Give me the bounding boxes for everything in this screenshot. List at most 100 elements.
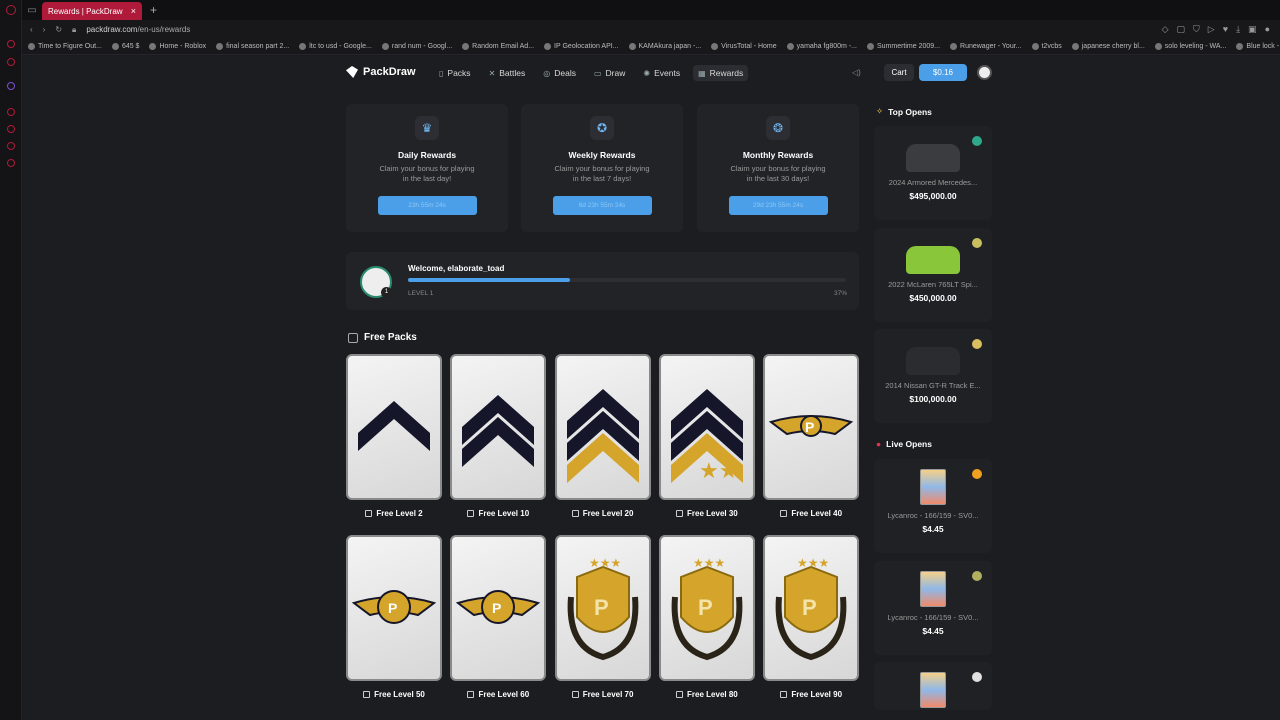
bookmark-item[interactable]: solo leveling - WA... [1154,43,1226,50]
back-icon[interactable]: ‹ [30,25,33,34]
pack-image[interactable]: P [346,535,442,681]
user-avatar[interactable] [977,65,992,80]
bookmark-item[interactable]: Summertime 2009... [866,43,940,50]
free-pack-card[interactable]: Free Level 10 [450,354,547,518]
profile-avatar[interactable]: 1 [360,266,392,298]
pack-image[interactable] [450,354,547,500]
sidebar-app-icon[interactable] [7,125,15,133]
nav-deals[interactable]: ◎ Deals [538,65,581,81]
pack-label: Free Level 60 [450,690,546,699]
bookmark-item[interactable]: 645 $ [111,43,139,50]
monthly-claim-button[interactable]: 29d 23h 55m 24s [728,196,828,215]
pack-name: Free Level 30 [687,509,738,518]
forward-icon[interactable]: › [43,25,46,34]
sidebar-app-icon[interactable] [7,142,15,150]
pin-icon[interactable]: ◇ [1162,24,1169,35]
sidebar-app-icon[interactable] [7,159,15,167]
pack-name: Free Level 20 [582,509,634,518]
balance-button[interactable]: $0.16 [919,64,967,81]
play-icon[interactable]: ▷ [1208,24,1215,35]
twitch-icon[interactable] [7,82,15,90]
daily-claim-button[interactable]: 23h 55m 24s [377,196,477,215]
site-logo[interactable]: PackDraw [346,66,416,78]
sound-icon[interactable]: ◁) [852,68,861,77]
top-open-card[interactable]: 2014 Nissan GT-R Track E... $100,000.00 [874,329,992,423]
close-icon[interactable]: × [131,6,136,16]
bookmark-favicon-icon [216,43,224,50]
extensions-icon[interactable]: ▣ [1248,24,1257,35]
bookmark-item[interactable]: Home - Roblox [149,43,206,50]
bookmark-item[interactable]: rand num - Googl... [381,43,452,50]
pack-image[interactable]: P ★★★ [554,535,651,681]
bookmark-item[interactable]: ltc to usd - Google... [299,43,372,50]
nav-draw[interactable]: ▭ Draw [589,65,630,81]
bookmark-item[interactable]: Random Email Ad... [462,43,534,50]
sidebar-app-icon[interactable] [7,58,15,66]
snapshot-icon[interactable]: ▢ [1177,24,1186,35]
live-open-card[interactable]: Lycanroc - 166/159 - SV0... $4.45 [874,459,992,553]
pack-image[interactable]: P ★★★ [658,535,755,681]
free-pack-card[interactable]: P ★★★ Free Level 90 [763,535,860,699]
pack-image[interactable]: ★★ [658,354,755,500]
opera-icon[interactable] [6,5,16,15]
free-pack-card[interactable]: P ★★★ Free Level 70 [554,535,651,699]
reload-icon[interactable]: ↻ [55,25,62,34]
new-tab-icon[interactable]: + [150,3,157,17]
rarity-badge-icon [972,570,982,581]
lock-icon [676,691,684,698]
weekly-claim-button[interactable]: 6d 23h 55m 24s [552,196,652,215]
pack-label: Free Level 50 [346,690,442,699]
pack-image[interactable] [554,354,651,500]
bookmark-item[interactable]: Runewager - Your... [950,43,1022,50]
shield-icon[interactable]: ⛉ [1193,24,1200,35]
pack-image[interactable] [346,354,442,500]
nav-events[interactable]: ✺ Events [638,65,685,81]
sidebar-app-icon[interactable] [7,108,15,116]
bookmark-item[interactable]: Blue lock - WATC... [1236,43,1280,50]
top-open-card[interactable]: 2024 Armored Mercedes... $495,000.00 [874,126,992,220]
free-pack-card[interactable]: ★★ Free Level 30 [658,354,755,518]
pack-image[interactable]: P [450,535,547,681]
nav-packs[interactable]: ▯ Packs [434,65,476,81]
tab-menu-icon[interactable]: ▭ [22,5,42,16]
pack-image[interactable]: P ★★★ [763,535,860,681]
nav-battles[interactable]: ✕ Battles [484,65,531,81]
nav-rewards[interactable]: ▦ Rewards [693,65,749,81]
lock-icon [571,691,579,698]
profile-icon[interactable]: ● [1265,24,1270,35]
download-icon[interactable]: ⤓ [1236,24,1240,35]
pack-image[interactable]: P [763,354,860,500]
toolbar-icons: ◇ ▢ ⛉ ▷ ♥ ⤓ ▣ ● [1162,24,1280,35]
bookmark-item[interactable]: KAMAkura japan -... [628,43,701,50]
top-open-card[interactable]: 2022 McLaren 765LT Spi... $450,000.00 [874,227,992,322]
free-pack-card[interactable]: Free Level 20 [554,354,651,518]
bookmark-item[interactable]: japanese cherry bl... [1071,43,1145,50]
page-content: PackDraw ▯ Packs ✕ Battles ◎ Deals ▭ Draw ✺ E… [22,56,1280,720]
pack-name: Free Level 60 [478,690,530,699]
bookmark-item[interactable]: Time to Figure Out... [28,43,102,50]
free-pack-card[interactable]: P ★★★ Free Level 80 [658,535,755,699]
live-open-card[interactable] [874,662,992,710]
bookmark-item[interactable]: final season part 2... [216,43,289,50]
bookmark-favicon-icon [544,43,552,50]
url-field[interactable]: packdraw.com/en-us/rewards [86,25,190,34]
bookmark-favicon-icon [950,43,958,50]
bookmark-item[interactable]: VirusTotal - Home [711,43,777,50]
svg-text:P: P [698,595,713,620]
heart-icon[interactable]: ♥ [1223,24,1228,35]
tab-rewards[interactable]: Rewards | PackDraw × [42,2,142,20]
free-pack-card[interactable]: P Free Level 50 [346,535,442,699]
cart-button[interactable]: Cart [884,64,914,81]
bookmark-favicon-icon [149,43,157,50]
sidebar-app-icon[interactable] [7,40,15,48]
bookmark-item[interactable]: yamaha fg800m -... [786,43,857,50]
free-pack-card[interactable]: P Free Level 40 [763,354,860,518]
free-pack-card[interactable]: P Free Level 60 [450,535,547,699]
live-open-card[interactable]: Lycanroc - 166/159 - SV0... $4.45 [874,560,992,655]
bookmark-item[interactable]: IP Geolocation API... [544,43,619,50]
free-pack-card[interactable]: Free Level 2 [346,354,442,518]
bookmark-favicon-icon [462,43,470,50]
swords-icon: ✕ [488,68,496,78]
bookmark-item[interactable]: t2vcbs [1031,43,1062,50]
svg-text:P: P [388,600,397,616]
